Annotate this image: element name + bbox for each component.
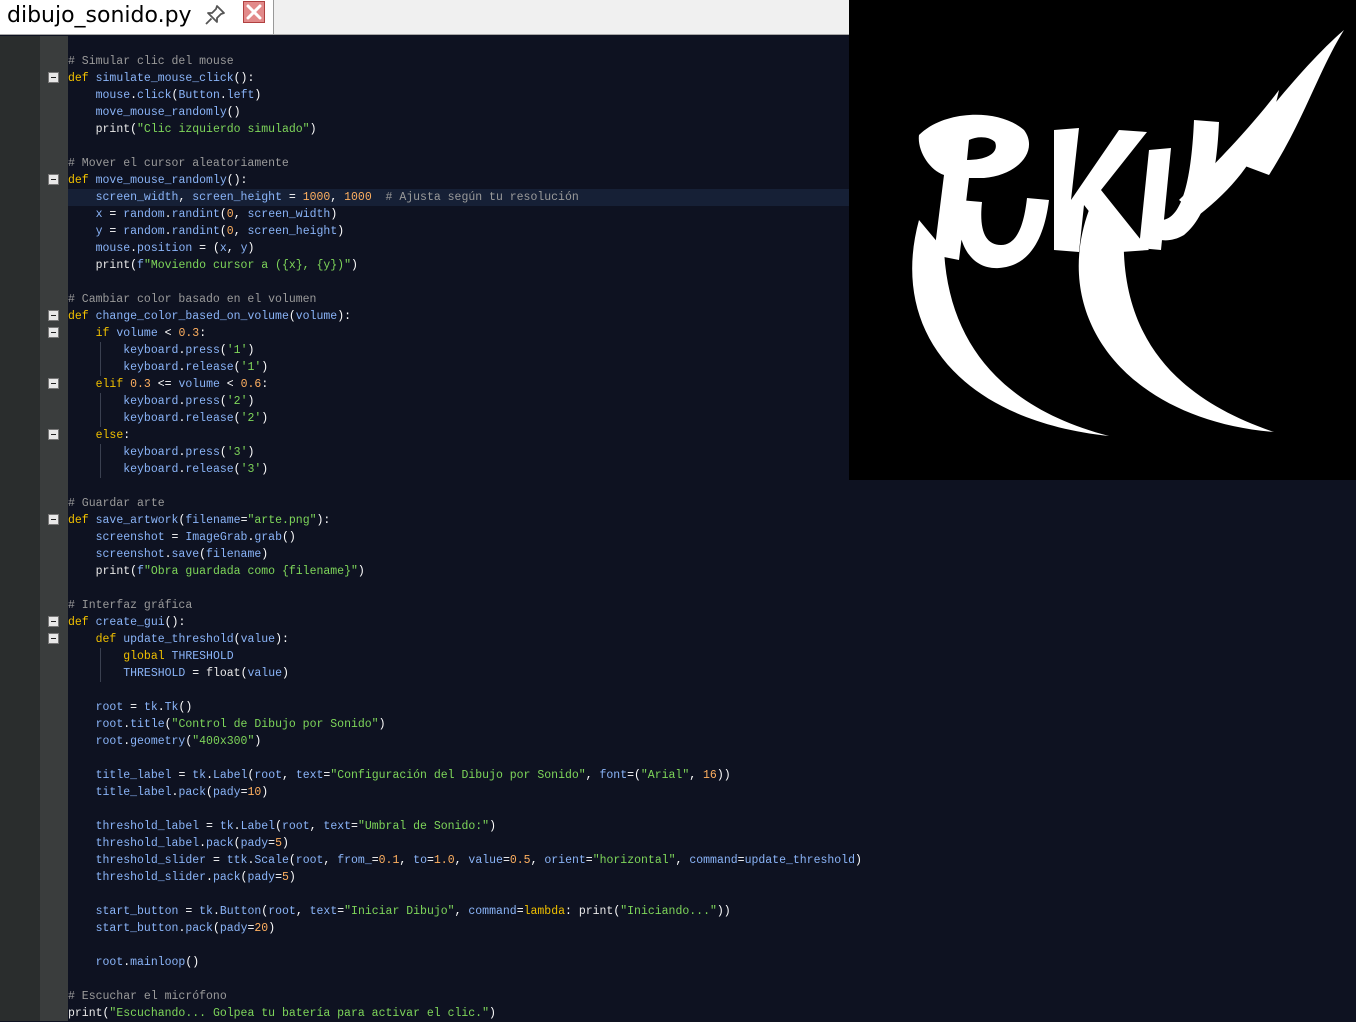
close-icon[interactable] xyxy=(243,1,265,23)
code-line: ​ xyxy=(68,138,862,155)
code-line: threshold_slider = ttk.Scale(root, from_… xyxy=(95,854,862,867)
code-line: y = random.randint(0, screen_height) xyxy=(95,225,345,238)
fold-toggle[interactable] xyxy=(48,633,59,644)
code-line: title_label.pack(pady=10) xyxy=(95,786,269,799)
fold-toggle[interactable] xyxy=(48,310,59,321)
pin-icon[interactable] xyxy=(203,3,227,27)
code-line: def save_artwork(filename="arte.png"): xyxy=(68,514,331,527)
tab-bar: dibujo_sonido.py xyxy=(0,0,849,35)
code-line: def simulate_mouse_click(): xyxy=(68,72,255,85)
code-line: title_label = tk.Label(root, text="Confi… xyxy=(95,769,731,782)
code-line: THRESHOLD = float(value) xyxy=(123,667,289,680)
code-line: def move_mouse_randomly(): xyxy=(68,174,248,187)
code-line: # Interfaz gráfica xyxy=(68,599,193,612)
code-line: move_mouse_randomly() xyxy=(95,106,241,119)
code-line: ​ xyxy=(68,580,862,597)
code-line: threshold_label = tk.Label(root, text="U… xyxy=(95,820,496,833)
code-line: screenshot = ImageGrab.grab() xyxy=(95,531,296,544)
tab-dibujo-sonido[interactable]: dibujo_sonido.py xyxy=(0,0,274,34)
code-area[interactable]: # Simular clic del mouse def simulate_mou… xyxy=(68,53,862,1022)
fold-toggle[interactable] xyxy=(48,378,59,389)
code-line: print("Clic izquierdo simulado") xyxy=(95,123,317,136)
code-line: if volume < 0.3: xyxy=(95,327,207,340)
code-line: ​ xyxy=(68,274,862,291)
code-line: screenshot.save(filename) xyxy=(95,548,269,561)
code-line: root.title("Control de Dibujo por Sonido… xyxy=(95,718,386,731)
code-line: # Escuchar el micrófono xyxy=(68,990,227,1003)
code-line: keyboard.release('3') xyxy=(123,463,269,476)
code-line: threshold_label.pack(pady=5) xyxy=(95,837,289,850)
fold-toggle[interactable] xyxy=(48,174,59,185)
code-line: mouse.click(Button.left) xyxy=(95,89,262,102)
fold-toggle[interactable] xyxy=(48,429,59,440)
code-line: ​ xyxy=(68,971,862,988)
code-line: # Mover el cursor aleatoriamente xyxy=(68,157,289,170)
code-line: global THRESHOLD xyxy=(123,650,234,663)
code-line: keyboard.press('2') xyxy=(123,395,255,408)
code-line: keyboard.press('3') xyxy=(123,446,255,459)
code-line: # Guardar arte xyxy=(68,497,165,510)
code-line: def change_color_based_on_volume(volume)… xyxy=(68,310,351,323)
code-line: keyboard.press('1') xyxy=(123,344,255,357)
fold-toggle[interactable] xyxy=(48,616,59,627)
code-line: root.mainloop() xyxy=(95,956,200,969)
code-line: x = random.randint(0, screen_width) xyxy=(95,208,338,221)
line-number-gutter xyxy=(0,36,40,1021)
tab-title: dibujo_sonido.py xyxy=(7,3,192,28)
code-line: start_button.pack(pady=20) xyxy=(95,922,276,935)
fold-toggle[interactable] xyxy=(48,72,59,83)
code-line: elif 0.3 <= volume < 0.6: xyxy=(95,378,269,391)
code-line: def create_gui(): xyxy=(68,616,186,629)
code-line: keyboard.release('2') xyxy=(123,412,269,425)
fold-toggle[interactable] xyxy=(48,514,59,525)
code-line: root.geometry("400x300") xyxy=(95,735,262,748)
code-line: print(f"Obra guardada como {filename}") xyxy=(95,565,365,578)
code-line: def update_threshold(value): xyxy=(95,633,289,646)
logo-image xyxy=(849,0,1356,480)
code-line: ​ xyxy=(68,886,862,903)
code-line: screen_width, screen_height = 1000, 1000… xyxy=(95,191,579,204)
code-line: print("Escuchando... Golpea tu batería p… xyxy=(68,1007,496,1020)
code-line: else: xyxy=(95,429,131,442)
code-line: ​ xyxy=(68,801,862,818)
code-line: mouse.position = (x, y) xyxy=(95,242,255,255)
code-line: keyboard.release('1') xyxy=(123,361,269,374)
code-line: start_button = tk.Button(root, text="Ini… xyxy=(95,905,731,918)
fold-toggle[interactable] xyxy=(48,327,59,338)
code-line: ​ xyxy=(68,478,862,495)
code-line: threshold_slider.pack(pady=5) xyxy=(95,871,296,884)
code-line: # Simular clic del mouse xyxy=(68,55,234,68)
code-line: ​ xyxy=(68,937,862,954)
code-line: root = tk.Tk() xyxy=(95,701,193,714)
code-line: ​ xyxy=(68,750,862,767)
code-line: print(f"Moviendo cursor a ({x}, {y})") xyxy=(95,259,358,272)
code-line: # Cambiar color basado en el volumen xyxy=(68,293,317,306)
code-line: ​ xyxy=(68,682,862,699)
